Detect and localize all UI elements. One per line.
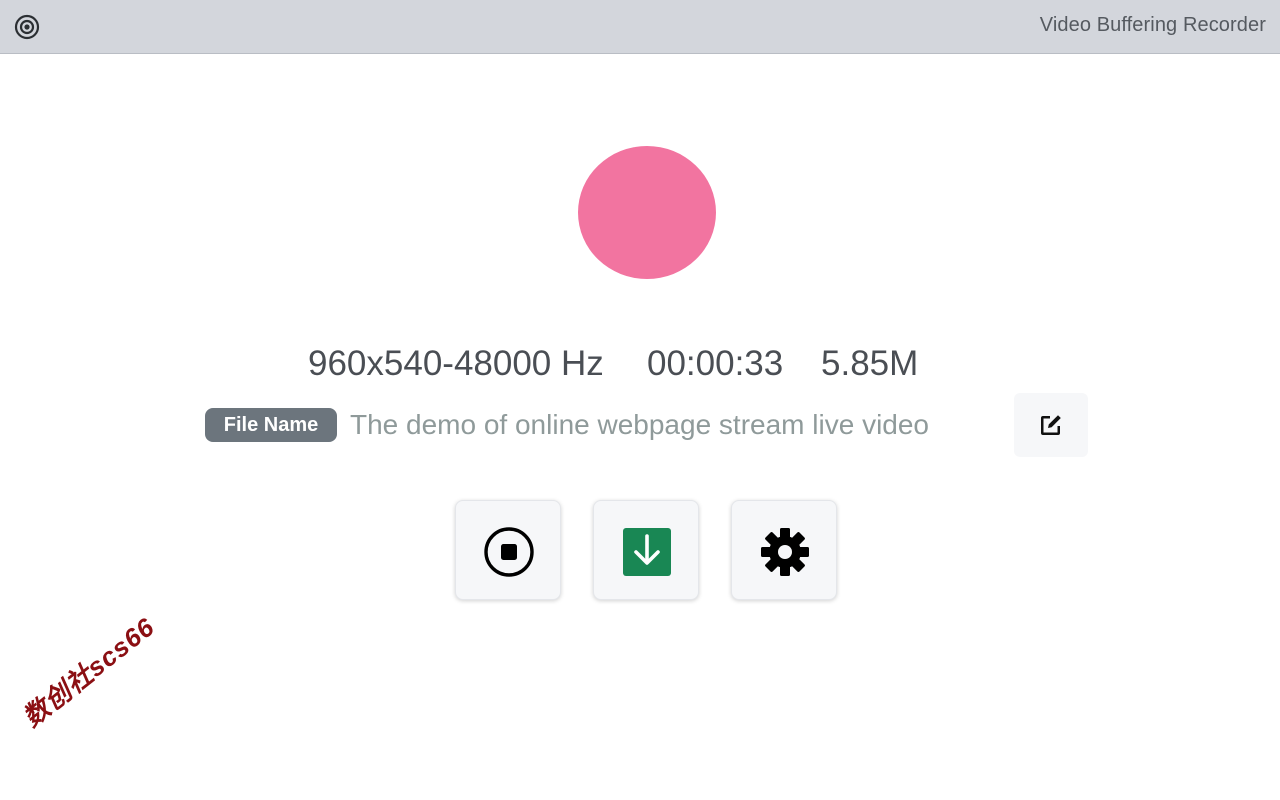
settings-button[interactable] bbox=[731, 500, 837, 600]
file-name-value[interactable]: The demo of online webpage stream live v… bbox=[350, 408, 929, 442]
download-icon bbox=[623, 528, 671, 576]
recording-stats: 960x540-48000 Hz 00:00:33 5.85M bbox=[308, 344, 948, 392]
gear-icon bbox=[761, 528, 809, 576]
title-bar: Video Buffering Recorder bbox=[0, 0, 1280, 54]
target-icon[interactable] bbox=[14, 14, 40, 40]
watermark: 数创社scs66 bbox=[17, 611, 161, 733]
stop-circle-icon bbox=[484, 527, 534, 577]
download-button[interactable] bbox=[593, 500, 699, 600]
elapsed-time: 00:00:33 bbox=[647, 344, 784, 383]
file-size: 5.85M bbox=[821, 344, 919, 383]
edit-file-name-button[interactable] bbox=[1014, 393, 1088, 457]
recording-indicator bbox=[578, 146, 716, 279]
file-name-badge: File Name bbox=[205, 408, 337, 442]
edit-icon bbox=[1041, 415, 1061, 435]
stop-button[interactable] bbox=[455, 500, 561, 600]
window-title: Video Buffering Recorder bbox=[1039, 14, 1266, 36]
resolution-rate: 960x540-48000 Hz bbox=[308, 344, 604, 383]
